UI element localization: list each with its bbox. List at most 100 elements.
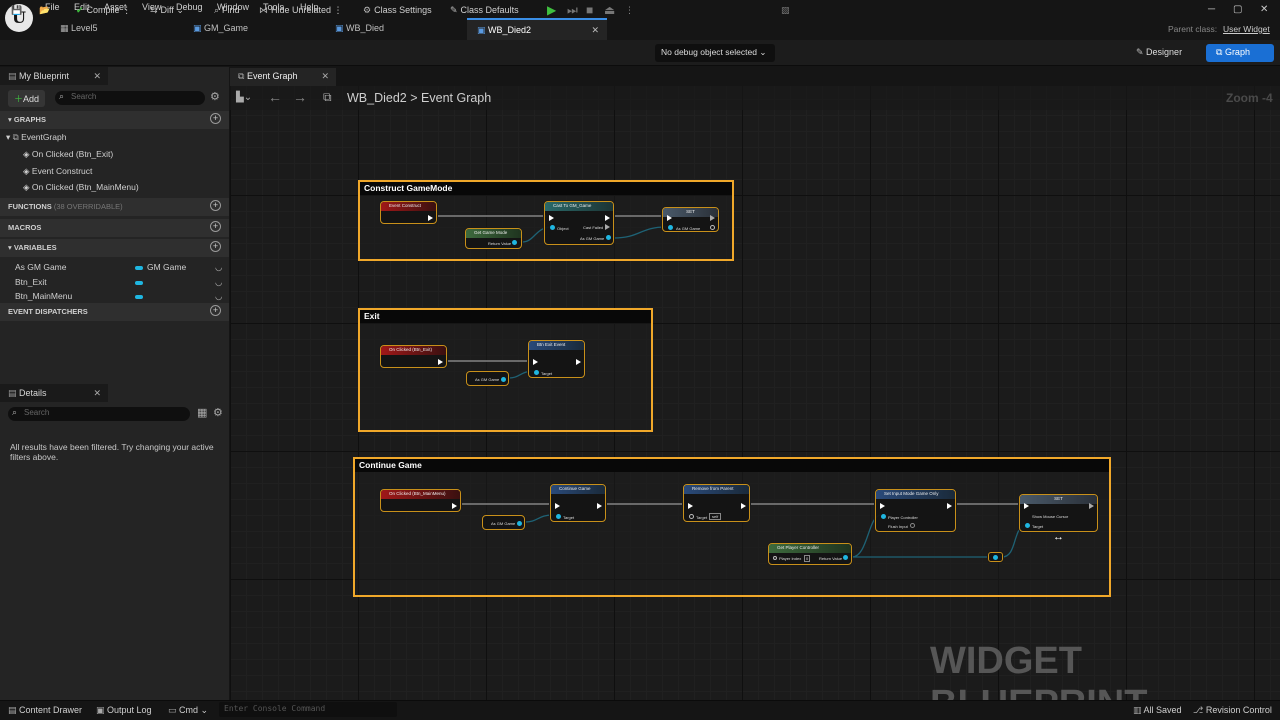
pin-label: Cast Failed <box>583 225 604 230</box>
exec-in-pin[interactable] <box>880 503 885 509</box>
exec-out-pin[interactable] <box>428 215 433 221</box>
save-status-icon: ▥ <box>1133 705 1144 715</box>
exec-out-pin[interactable] <box>597 503 602 509</box>
value-in-pin[interactable] <box>668 225 673 230</box>
node-header: Get Player Controller <box>769 544 851 553</box>
player-controller-pin[interactable] <box>881 514 886 519</box>
node-as-gm-game-getter[interactable]: As GM Game <box>466 371 509 386</box>
content-drawer-button[interactable]: ▤ Content Drawer <box>8 705 82 716</box>
node-header: Continue Game <box>551 485 605 494</box>
node-remove-from-parent[interactable]: Remove from Parent Target self <box>683 484 750 522</box>
node-header: SET <box>1020 495 1097 504</box>
exec-in-pin[interactable] <box>1024 503 1029 509</box>
player-index-pin[interactable] <box>773 556 777 560</box>
cmd-label: Cmd <box>179 705 199 715</box>
pin-label: Target <box>696 515 708 520</box>
node-set-input-mode-game-only[interactable]: Set Input Mode Game Only Player Controll… <box>875 489 956 532</box>
all-saved-label: All Saved <box>1143 705 1182 715</box>
cmd-dropdown[interactable]: ▭ Cmd ⌄ <box>168 705 208 716</box>
return-value-pin[interactable] <box>512 240 517 245</box>
reroute-node[interactable] <box>988 552 1003 562</box>
pin-label: As GM Game <box>676 226 701 231</box>
node-as-gm-game-getter[interactable]: As GM Game <box>482 515 525 530</box>
exec-out-pin[interactable] <box>741 503 746 509</box>
resize-cursor-icon: ↔ <box>1053 531 1064 543</box>
node-set-as-gm-game[interactable]: SET As GM Game <box>662 207 719 232</box>
comment-title[interactable]: Construct GameMode <box>360 182 732 195</box>
content-drawer-icon: ▤ <box>8 705 20 715</box>
value-out-pin[interactable] <box>710 225 715 230</box>
exec-out-pin[interactable] <box>1089 503 1094 509</box>
node-header: Get Game Mode <box>466 229 521 238</box>
comment-box-continue-game[interactable]: Continue Game <box>353 457 1111 597</box>
pin-label: As GM Game <box>491 521 516 526</box>
node-on-clicked-btn-exit[interactable]: On Clicked (Btn_Exit) <box>380 345 447 368</box>
value-out-pin[interactable] <box>501 377 506 382</box>
node-header: Btn Exit Event <box>529 341 584 350</box>
comment-title[interactable]: Exit <box>360 310 651 323</box>
node-header: Remove from Parent <box>684 485 749 494</box>
console-placeholder: Enter Console Command <box>224 704 326 713</box>
pin-label: As GM Game <box>580 236 605 241</box>
pin-label: Target <box>541 371 553 376</box>
node-get-player-controller[interactable]: Get Player Controller Player Index 0 Ret… <box>768 543 852 565</box>
node-header: On Clicked (Btn_Exit) <box>381 346 446 355</box>
node-continue-game[interactable]: Continue Game Target <box>550 484 606 522</box>
exec-out-pin[interactable] <box>576 359 581 365</box>
exec-out-pin[interactable] <box>438 359 443 365</box>
value-out-pin[interactable] <box>517 521 522 526</box>
cast-failed-pin[interactable] <box>605 224 610 230</box>
output-log-button[interactable]: ▣ Output Log <box>96 705 152 716</box>
object-pin[interactable] <box>550 225 555 230</box>
player-index-value[interactable]: 0 <box>804 555 811 562</box>
exec-out-pin[interactable] <box>452 503 457 509</box>
return-value-pin[interactable] <box>843 555 848 560</box>
pin-label: Return Value <box>819 556 843 561</box>
comment-box-exit[interactable]: Exit <box>358 308 653 432</box>
node-cast-to-gm-game[interactable]: Cast To GM_Game Object Cast Failed As GM… <box>544 201 614 245</box>
target-pin[interactable] <box>1025 523 1030 528</box>
all-saved-button[interactable]: ▥ All Saved <box>1133 705 1182 716</box>
target-pin[interactable] <box>534 370 539 375</box>
node-on-clicked-btn-mainmenu[interactable]: On Clicked (Btn_MainMenu) <box>380 489 461 512</box>
exec-in-pin[interactable] <box>667 215 672 221</box>
node-header: Set Input Mode Game Only <box>876 490 955 499</box>
pin-label: Target <box>563 515 575 520</box>
pin-label: As GM Game <box>475 377 500 382</box>
pin-label: Target <box>1032 524 1044 529</box>
pin-label: Flush Input <box>888 524 908 529</box>
node-btn-exit-event[interactable]: Btn Exit Event Target <box>528 340 585 378</box>
pin-label: Player Controller <box>888 515 918 520</box>
output-log-icon: ▣ <box>96 705 108 715</box>
chevron-down-icon: ⌄ <box>200 705 209 715</box>
flush-input-checkbox[interactable] <box>910 523 915 528</box>
exec-in-pin[interactable] <box>688 503 693 509</box>
node-get-game-mode[interactable]: Get Game Mode Return Value <box>465 228 522 249</box>
revision-control-button[interactable]: ⎇ Revision Control <box>1193 705 1272 716</box>
node-set-show-mouse-cursor[interactable]: SET Show Mouse Cursor Target <box>1019 494 1098 532</box>
node-header: Cast To GM_Game <box>545 202 613 211</box>
target-pin[interactable] <box>556 514 561 519</box>
node-header: On Clicked (Btn_MainMenu) <box>381 490 460 499</box>
pin-label: Return Value <box>488 241 512 246</box>
revision-control-label: Revision Control <box>1205 705 1272 715</box>
revision-control-icon: ⎇ <box>1193 705 1206 715</box>
output-log-label: Output Log <box>107 705 152 715</box>
as-gm-game-pin[interactable] <box>606 235 611 240</box>
content-drawer-label: Content Drawer <box>19 705 83 715</box>
exec-in-pin[interactable] <box>533 359 538 365</box>
exec-in-pin[interactable] <box>549 215 554 221</box>
exec-out-pin[interactable] <box>947 503 952 509</box>
reroute-pin[interactable] <box>993 555 998 560</box>
console-command-input[interactable]: Enter Console Command <box>219 702 397 717</box>
exec-out-pin[interactable] <box>605 215 610 221</box>
node-header: Event Construct <box>381 202 436 211</box>
comment-title[interactable]: Continue Game <box>355 459 1109 472</box>
node-event-construct[interactable]: Event Construct <box>380 201 437 224</box>
pin-label: Object <box>557 226 569 231</box>
exec-in-pin[interactable] <box>555 503 560 509</box>
self-value[interactable]: self <box>709 513 722 520</box>
exec-out-pin[interactable] <box>710 215 715 221</box>
target-pin[interactable] <box>689 514 694 519</box>
pin-label: Player Index <box>779 556 802 561</box>
